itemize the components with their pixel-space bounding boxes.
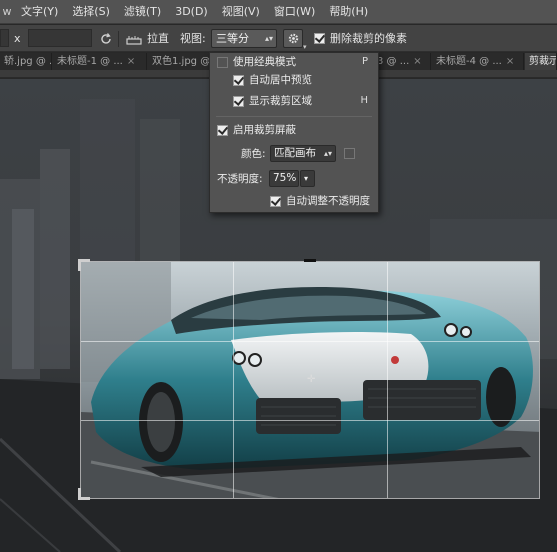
enable-shield-label[interactable]: 启用裁剪屏蔽 [233,122,296,138]
show-cropped-checkbox[interactable] [233,96,244,107]
straighten-icon [126,35,142,45]
auto-center-label[interactable]: 自动居中预览 [249,72,312,88]
shield-color-select[interactable]: 匹配画布 ▴▾ [270,145,336,162]
app-logo-glyph: w [2,5,12,18]
close-icon[interactable]: × [506,56,514,67]
thirds-line-h1 [81,341,539,342]
opacity-label: 不透明度: [217,173,263,185]
auto-adjust-opacity-checkbox[interactable] [270,196,281,207]
tab-doc-2[interactable]: 未标题-1 @ ... × [53,53,147,70]
rotate-icon [101,32,111,44]
swap-dimensions-button[interactable] [96,29,116,48]
auto-adjust-opacity-label[interactable]: 自动调整不透明度 [286,193,370,209]
show-cropped-shortcut: H [360,95,368,106]
menu-view[interactable]: 视图(V) [215,0,267,24]
shield-color-value: 匹配画布 [274,147,316,159]
thirds-line-v2 [387,262,388,498]
options-bar: x 拉直 视图: 三等分 ▴▾ ▾ 删除裁剪的像素 [0,25,557,52]
menu-window[interactable]: 窗口(W) [267,0,322,24]
panel-divider [216,116,372,117]
chevron-down-icon: ▾ [303,43,307,51]
opacity-slider-toggle[interactable]: ▾ [300,170,315,187]
show-cropped-label[interactable]: 显示裁剪区域 [249,93,312,109]
tab-doc-active[interactable]: 剪裁示 [525,53,557,70]
view-overlay-select[interactable]: 三等分 ▴▾ [211,29,277,48]
height-field[interactable] [28,29,92,47]
classic-mode-label[interactable]: 使用经典模式 [233,54,296,70]
tab-label: 双色1.jpg @ ... [152,56,211,67]
classic-mode-checkbox[interactable] [217,57,228,68]
menu-help[interactable]: 帮助(H) [322,0,375,24]
straighten-button[interactable] [124,29,144,48]
crop-handle-bottom-left-v[interactable] [78,488,81,500]
opacity-field[interactable]: 75% [269,170,299,187]
tab-doc-4[interactable]: 3 @ ... × [373,53,431,70]
delete-pixels-label[interactable]: 删除裁剪的像素 [330,30,407,47]
straighten-label[interactable]: 拉直 [147,30,169,47]
tab-label: 未标题-4 @ ... [436,56,502,67]
shield-color-swatch[interactable] [344,148,355,159]
menu-3d[interactable]: 3D(D) [168,0,215,24]
app-logo[interactable]: w [0,0,14,24]
menu-type[interactable]: 文字(Y) [14,0,65,24]
updown-caret-icon: ▴▾ [323,149,332,158]
crop-settings-button[interactable] [283,29,303,48]
close-icon[interactable]: × [127,56,135,67]
enable-shield-checkbox[interactable] [217,125,228,136]
close-icon[interactable]: × [413,56,421,67]
auto-center-checkbox[interactable] [233,75,244,86]
opacity-value: 75% [273,172,297,184]
width-field[interactable] [0,29,9,47]
thirds-line-v1 [233,262,234,498]
tab-doc-1[interactable]: 轿.jpg @ ...× [0,53,52,70]
view-overlay-value: 三等分 [216,32,249,45]
tab-doc-5[interactable]: 未标题-4 @ ... × [432,53,524,70]
menu-filter[interactable]: 滤镜(T) [117,0,168,24]
tab-label: 3 @ ... [377,56,410,67]
color-label: 颜色: [241,148,266,160]
updown-caret-icon: ▴▾ [264,34,273,43]
tab-doc-3[interactable]: 双色1.jpg @ ...× [148,53,212,70]
crop-handle-top-middle[interactable] [304,259,316,262]
menu-select[interactable]: 选择(S) [65,0,117,24]
crop-box[interactable]: ✛ [80,261,540,499]
divider [118,31,119,47]
tab-label: 未标题-1 @ ... [57,56,123,67]
size-separator: x [14,32,21,45]
crop-handle-top-left-v[interactable] [78,259,81,271]
crosshair-icon: ✛ [307,374,316,385]
tab-label: 剪裁示 [529,56,557,67]
crop-settings-panel: 使用经典模式 P 自动居中预览 显示裁剪区域 H 启用裁剪屏蔽 颜色: 匹配画布… [209,52,379,213]
gear-icon [288,33,298,44]
tab-label: 轿.jpg @ ... [4,56,52,67]
delete-pixels-checkbox[interactable] [314,33,325,44]
chevron-down-icon: ▾ [304,174,309,183]
menu-bar: w 文字(Y) 选择(S) 滤镜(T) 3D(D) 视图(V) 窗口(W) 帮助… [0,0,557,24]
classic-mode-shortcut: P [361,56,368,67]
thirds-line-h2 [81,420,539,421]
view-label: 视图: [180,32,206,45]
